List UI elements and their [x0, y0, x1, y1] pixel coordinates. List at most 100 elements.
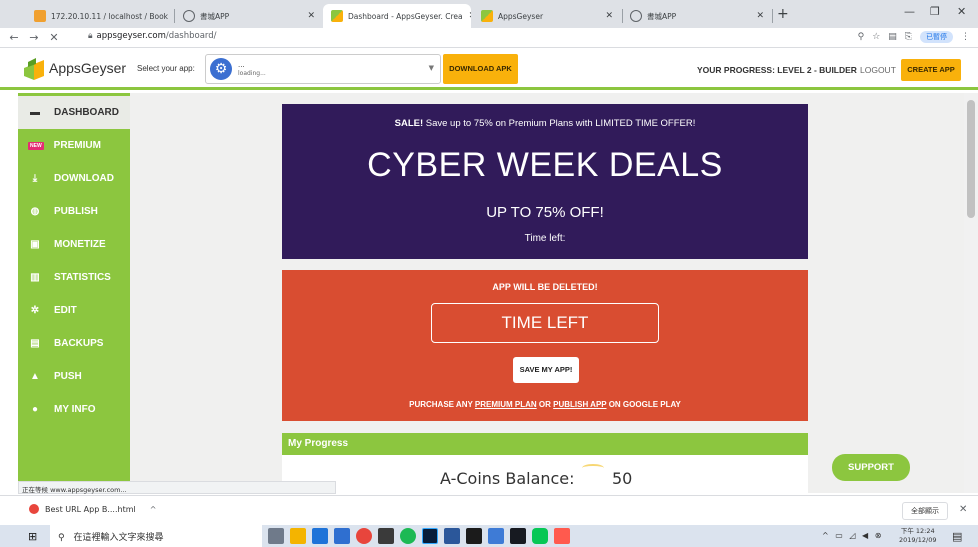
- tab-bookstore-2[interactable]: 書城APP ✕: [622, 4, 772, 28]
- spotify-icon[interactable]: [400, 528, 416, 544]
- selected-app-name: ...: [238, 61, 245, 69]
- warning-title: APP WILL BE DELETED!: [492, 282, 598, 292]
- extension-icon-2[interactable]: ⎘: [905, 32, 912, 42]
- selected-app-status: loading...: [238, 70, 266, 77]
- support-button[interactable]: SUPPORT: [832, 454, 910, 481]
- select-app-label: Select your app:: [137, 64, 195, 73]
- sidebar-item-push[interactable]: ▲ PUSH: [18, 360, 130, 393]
- menu-icon[interactable]: ⋮: [961, 32, 970, 42]
- store-icon[interactable]: [334, 528, 350, 544]
- progress-level: YOUR PROGRESS: LEVEL 2 - BUILDER: [697, 65, 857, 75]
- line-icon[interactable]: [532, 528, 548, 544]
- sidebar-item-download[interactable]: ⤓ DOWNLOAD: [18, 162, 130, 195]
- my-progress-card: My Progress A-Coins Balance: 50: [282, 433, 808, 495]
- back-icon[interactable]: ←: [4, 31, 24, 44]
- promo-headline: CYBER WEEK DEALS: [367, 146, 723, 184]
- close-tab-icon[interactable]: ✕: [599, 11, 613, 21]
- close-tab-icon[interactable]: ✕: [301, 11, 315, 21]
- close-window-icon[interactable]: ✕: [957, 5, 966, 18]
- tab-separator: [622, 9, 623, 23]
- sale-text: SALE! Save up to 75% on Premium Plans wi…: [394, 118, 696, 129]
- brand-name[interactable]: AppsGeyser: [49, 60, 126, 76]
- vscode-icon[interactable]: [488, 528, 504, 544]
- promo-discount: UP TO 75% OFF!: [486, 204, 604, 221]
- chrome-icon[interactable]: [356, 528, 372, 544]
- app-icon[interactable]: [554, 528, 570, 544]
- close-downloads-icon[interactable]: ✕: [959, 504, 967, 515]
- cyber-week-banner[interactable]: SALE! Save up to 75% on Premium Plans wi…: [282, 104, 808, 259]
- chevron-up-icon[interactable]: ^: [150, 505, 157, 514]
- browser-toolbar: ← → ✕ 🔒︎ appsgeyser.com/dashboard/ ⚲ ☆ ▤ …: [0, 28, 978, 48]
- a-coins-value: 50: [612, 469, 633, 488]
- download-icon: ⤓: [32, 173, 38, 184]
- money-icon: ▣: [30, 239, 40, 250]
- new-tab-icon[interactable]: +: [777, 6, 789, 22]
- save-icon: ▤: [30, 338, 40, 349]
- globe-icon: [183, 10, 195, 22]
- sidebar-item-my-info[interactable]: ● MY INFO: [18, 393, 130, 426]
- stop-icon[interactable]: ✕: [44, 31, 64, 44]
- dashboard-icon: ▬: [30, 107, 40, 118]
- minimize-icon[interactable]: —: [904, 5, 915, 18]
- maximize-icon[interactable]: ❐: [930, 5, 940, 18]
- publish-app-link[interactable]: PUBLISH APP: [553, 400, 606, 409]
- show-all-downloads-button[interactable]: 全部顯示: [902, 502, 948, 520]
- app-deletion-warning: APP WILL BE DELETED! TIME LEFT SAVE MY A…: [282, 270, 808, 421]
- word-icon[interactable]: [444, 528, 460, 544]
- windows-start-icon[interactable]: ⊞: [28, 530, 37, 543]
- tab-dashboard[interactable]: Dashboard - AppsGeyser. Crea ✕: [323, 4, 471, 28]
- my-progress-title: My Progress: [282, 433, 808, 455]
- purchase-text: PURCHASE ANY PREMIUM PLAN OR PUBLISH APP…: [409, 400, 681, 409]
- globe-icon: ◍: [30, 206, 40, 217]
- gears-icon: ✲: [30, 305, 40, 316]
- system-tray-icons[interactable]: ^ ▭ ◿ ◀ ⊗: [822, 531, 883, 540]
- forward-icon[interactable]: →: [24, 31, 44, 44]
- time-left-box: TIME LEFT: [431, 303, 659, 343]
- sidebar: ▬ DASHBOARD NEW PREMIUM ⤓ DOWNLOAD ◍ PUB…: [18, 93, 130, 491]
- chat-icon[interactable]: [378, 528, 394, 544]
- globe-icon: [630, 10, 642, 22]
- notifications-icon[interactable]: ▤: [952, 530, 962, 543]
- taskbar-clock[interactable]: 下午 12:24 2019/12/09: [899, 527, 936, 545]
- premium-plan-link[interactable]: PREMIUM PLAN: [475, 400, 537, 409]
- taskbar-search-box[interactable]: ⚲ 在這裡輸入文字來搜尋: [50, 525, 262, 547]
- scrollbar-thumb[interactable]: [967, 100, 975, 218]
- close-tab-icon[interactable]: ✕: [463, 11, 471, 21]
- search-icon: ⚲: [58, 533, 65, 543]
- sidebar-item-backups[interactable]: ▤ BACKUPS: [18, 327, 130, 360]
- edge-icon[interactable]: [312, 528, 328, 544]
- app-select-dropdown[interactable]: ⚙ ... loading... ▼: [205, 54, 441, 84]
- zoom-icon[interactable]: ⚲: [858, 32, 865, 42]
- close-tab-icon[interactable]: ✕: [750, 11, 764, 21]
- task-view-icon[interactable]: [268, 528, 284, 544]
- sidebar-item-edit[interactable]: ✲ EDIT: [18, 294, 130, 327]
- chevron-down-icon: ▼: [428, 64, 434, 72]
- appsgeyser-logo-icon[interactable]: [24, 58, 44, 80]
- steam-icon[interactable]: [510, 528, 526, 544]
- logout-link[interactable]: LOGOUT: [860, 65, 896, 75]
- sidebar-item-dashboard[interactable]: ▬ DASHBOARD: [18, 96, 130, 129]
- sidebar-item-statistics[interactable]: ▥ STATISTICS: [18, 261, 130, 294]
- sidebar-item-publish[interactable]: ◍ PUBLISH: [18, 195, 130, 228]
- promo-time-left: Time left:: [524, 233, 566, 244]
- address-bar[interactable]: 🔒︎ appsgeyser.com/dashboard/: [88, 31, 217, 41]
- tab-phpmyadmin[interactable]: 172.20.10.11 / localhost / Book ✕: [26, 4, 174, 28]
- download-item[interactable]: Best URL App B....html ^: [29, 504, 156, 514]
- windows-taskbar: ⊞ ⚲ 在這裡輸入文字來搜尋 ^ ▭ ◿ ◀ ⊗ 下午 12:24 2019/1…: [0, 525, 978, 547]
- user-icon: ●: [31, 404, 39, 415]
- terminal-icon[interactable]: [466, 528, 482, 544]
- app-header: AppsGeyser Select your app: ⚙ ... loadin…: [0, 48, 978, 90]
- tab-appsgeyser[interactable]: AppsGeyser ✕: [473, 4, 621, 28]
- create-app-button[interactable]: CREATE APP: [901, 59, 961, 81]
- download-apk-button[interactable]: DOWNLOAD APK: [443, 54, 518, 84]
- app-gear-icon: ⚙: [210, 58, 232, 80]
- sidebar-item-monetize[interactable]: ▣ MONETIZE: [18, 228, 130, 261]
- file-explorer-icon[interactable]: [290, 528, 306, 544]
- tab-bookstore-1[interactable]: 書城APP ✕: [175, 4, 323, 28]
- save-my-app-button[interactable]: SAVE MY APP!: [513, 357, 579, 383]
- photoshop-icon[interactable]: [422, 528, 438, 544]
- sidebar-item-premium[interactable]: NEW PREMIUM: [18, 129, 130, 162]
- profile-button[interactable]: 已暫停: [920, 31, 953, 43]
- bookmark-star-icon[interactable]: ☆: [872, 32, 880, 42]
- extension-icon[interactable]: ▤: [888, 32, 897, 42]
